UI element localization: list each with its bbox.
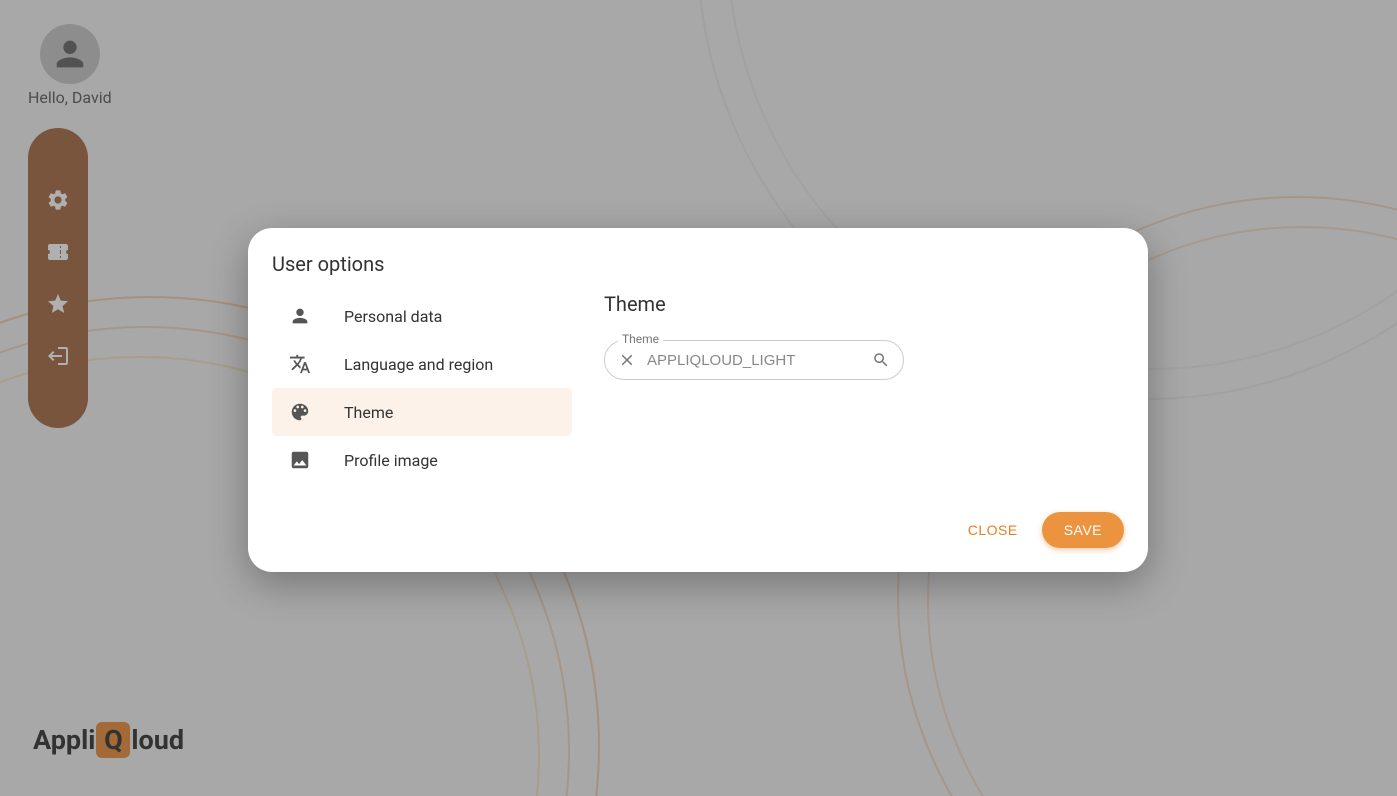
save-button[interactable]: SAVE [1042, 512, 1124, 548]
user-options-dialog: User options Personal data Language and … [248, 228, 1148, 572]
dialog-title: User options [272, 252, 1124, 276]
option-label: Profile image [344, 451, 438, 470]
option-label: Personal data [344, 307, 442, 326]
options-list: Personal data Language and region Theme … [272, 292, 572, 496]
person-icon [288, 304, 312, 328]
option-personal-data[interactable]: Personal data [272, 292, 572, 340]
theme-panel: Theme Theme [604, 292, 1124, 496]
theme-input[interactable] [637, 352, 871, 369]
palette-icon [288, 400, 312, 424]
panel-title: Theme [604, 292, 1124, 316]
close-icon[interactable] [617, 350, 637, 370]
option-theme[interactable]: Theme [272, 388, 572, 436]
option-label: Language and region [344, 355, 493, 374]
option-profile-image[interactable]: Profile image [272, 436, 572, 484]
field-label: Theme [618, 332, 663, 346]
image-icon [288, 448, 312, 472]
translate-icon [288, 352, 312, 376]
option-label: Theme [344, 403, 393, 422]
close-button[interactable]: CLOSE [956, 514, 1030, 546]
search-icon[interactable] [871, 350, 891, 370]
option-language-region[interactable]: Language and region [272, 340, 572, 388]
theme-field: Theme [604, 340, 904, 380]
